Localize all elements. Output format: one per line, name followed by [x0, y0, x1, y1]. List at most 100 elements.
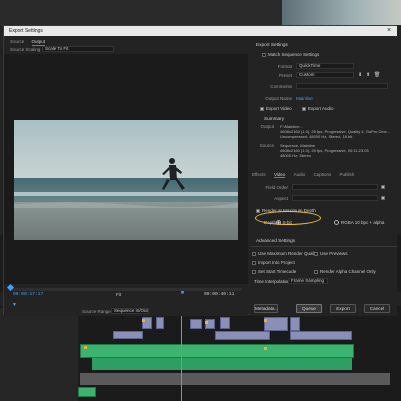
render-alpha-checkbox[interactable]: [314, 269, 318, 274]
time-interpolation-label: Time Interpolation: [254, 279, 290, 284]
match-sequence-checkbox[interactable]: [262, 52, 266, 57]
output-name-link[interactable]: Mainline: [296, 96, 313, 101]
clip-marker: [205, 321, 208, 324]
queue-button[interactable]: Queue: [296, 304, 322, 313]
tab-output[interactable]: Output: [31, 39, 46, 46]
close-icon[interactable]: ×: [387, 26, 391, 35]
metadata-button[interactable]: Metadata...: [254, 304, 278, 313]
use-previews-checkbox[interactable]: [314, 251, 318, 256]
app-root: Export Settings × Source Output Source S…: [0, 0, 401, 401]
export-settings-header[interactable]: Export Settings: [256, 42, 288, 47]
time-interpolation-select[interactable]: Frame Sampling: [288, 278, 328, 284]
aspect-select[interactable]: [292, 195, 378, 201]
clip-marker: [264, 319, 267, 322]
timecode-in[interactable]: 00:00:17:17: [13, 292, 43, 297]
tab-captions[interactable]: Captions: [313, 172, 331, 177]
audio-clip[interactable]: [92, 358, 352, 370]
summary-header[interactable]: Summary: [264, 116, 284, 121]
audio-clip[interactable]: [80, 373, 390, 385]
video-clip[interactable]: [156, 317, 164, 329]
field-order-checkbox[interactable]: [381, 185, 385, 189]
save-preset-icon[interactable]: ⬇: [358, 72, 362, 78]
export-video-checkbox[interactable]: [260, 106, 264, 111]
set-start-timecode-checkbox[interactable]: [252, 269, 256, 274]
summary-source: Sequence, Mainline 4608x2160 (1.0), 25 f…: [280, 143, 394, 158]
source-output-tabs: Source Output: [10, 39, 51, 46]
preset-select[interactable]: Custom: [296, 72, 354, 78]
field-order-label: Field Order: [265, 185, 288, 190]
export-audio-row[interactable]: Export Audio: [302, 106, 334, 111]
import-preset-icon[interactable]: ⬆: [366, 72, 370, 78]
summary-output-label: Output: [260, 124, 274, 129]
export-button[interactable]: Export: [330, 304, 356, 313]
cancel-button[interactable]: Cancel: [364, 304, 390, 313]
video-clip[interactable]: [290, 331, 352, 340]
use-previews-label: Use Previews: [320, 251, 348, 256]
summary-source-line: 48000 Hz, Stereo: [280, 153, 312, 158]
export-settings-dialog: Export Settings × Source Output Source S…: [3, 25, 397, 316]
comments-label: Comments: [270, 84, 292, 89]
import-into-project-row[interactable]: Import Into Project: [252, 260, 295, 265]
max-render-quality-row[interactable]: Use Maximum Render Quality: [252, 251, 318, 256]
summary-output-line: Uncompressed, 48000 Hz, Stereo, 16 bit: [280, 134, 353, 139]
match-sequence-row[interactable]: Match Sequence Settings: [262, 52, 319, 57]
export-audio-checkbox[interactable]: [302, 106, 306, 111]
video-clip[interactable]: [264, 317, 288, 331]
export-video-label: Export Video: [266, 106, 292, 111]
depth-16bpc-option[interactable]: RGBA 10 bpc + alpha: [334, 220, 385, 226]
timebar-track[interactable]: [10, 288, 242, 291]
tab-video[interactable]: Video: [273, 172, 286, 178]
delete-preset-icon[interactable]: 🗑: [374, 72, 380, 78]
fit-select[interactable]: Fit: [116, 292, 121, 297]
source-scaling-select[interactable]: Scale To Fit: [42, 46, 114, 52]
summary-source-label: Source: [259, 143, 274, 148]
depth-16bpc-radio[interactable]: [334, 220, 339, 226]
video-tabs: Effects Video Audio Captions Publish: [252, 172, 361, 178]
audio-clip[interactable]: [78, 387, 96, 397]
render-alpha-label: Render Alpha Channel Only: [320, 269, 376, 274]
preset-label: Preset: [278, 73, 292, 78]
match-sequence-label: Match Sequence Settings: [268, 52, 320, 57]
tab-audio[interactable]: Audio: [294, 172, 306, 177]
track-headers: [0, 308, 78, 401]
dialog-title: Export Settings: [9, 28, 43, 34]
comments-field[interactable]: [296, 83, 388, 89]
dialog-titlebar: [4, 26, 397, 36]
mark-in-icon[interactable]: ▼: [12, 302, 17, 308]
aspect-checkbox[interactable]: [381, 196, 385, 200]
format-select[interactable]: QuickTime: [296, 63, 354, 69]
render-alpha-row[interactable]: Render Alpha Channel Only: [314, 269, 376, 274]
tab-effects[interactable]: Effects: [252, 172, 266, 177]
mark-out-icon[interactable]: ⏹: [181, 290, 184, 297]
max-render-quality-checkbox[interactable]: [252, 251, 256, 256]
video-clip[interactable]: [290, 317, 300, 331]
source-range-select[interactable]: Sequence In/Out: [111, 308, 149, 314]
render-max-depth-checkbox[interactable]: [256, 208, 260, 213]
set-start-timecode-label: Set Start Timecode: [258, 269, 297, 274]
program-monitor-thumbnail: [282, 0, 401, 25]
output-name-label: Output Name: [265, 96, 292, 101]
summary-output: F:\Mainline... 4608x2160 (1.0), 25 fps, …: [280, 124, 394, 139]
export-video-row[interactable]: Export Video: [260, 106, 292, 111]
advanced-settings-header[interactable]: Advanced Settings: [256, 238, 295, 243]
video-clip[interactable]: [190, 319, 202, 329]
tab-source[interactable]: Source: [10, 39, 24, 45]
depth-highlight-annotation: [255, 211, 321, 225]
format-label: Format: [277, 64, 292, 69]
import-into-project-label: Import Into Project: [258, 260, 295, 265]
video-clip[interactable]: [113, 331, 143, 339]
source-scaling-label: Source Scaling: [10, 47, 41, 52]
audio-clip[interactable]: [80, 344, 354, 358]
clip-marker: [84, 346, 87, 349]
import-into-project-checkbox[interactable]: [252, 260, 256, 265]
video-clip[interactable]: [220, 317, 230, 329]
max-render-quality-label: Use Maximum Render Quality: [258, 251, 319, 256]
tab-publish[interactable]: Publish: [339, 172, 354, 177]
video-clip[interactable]: [215, 331, 270, 340]
output-preview-frame: [14, 120, 238, 240]
set-start-timecode-row[interactable]: Set Start Timecode: [252, 269, 296, 274]
depth-16bpc-label: RGBA 10 bpc + alpha: [341, 220, 385, 225]
use-previews-row[interactable]: Use Previews: [314, 251, 348, 256]
field-order-select[interactable]: [292, 184, 378, 190]
timecode-out[interactable]: 00:00:40:11: [204, 292, 234, 297]
